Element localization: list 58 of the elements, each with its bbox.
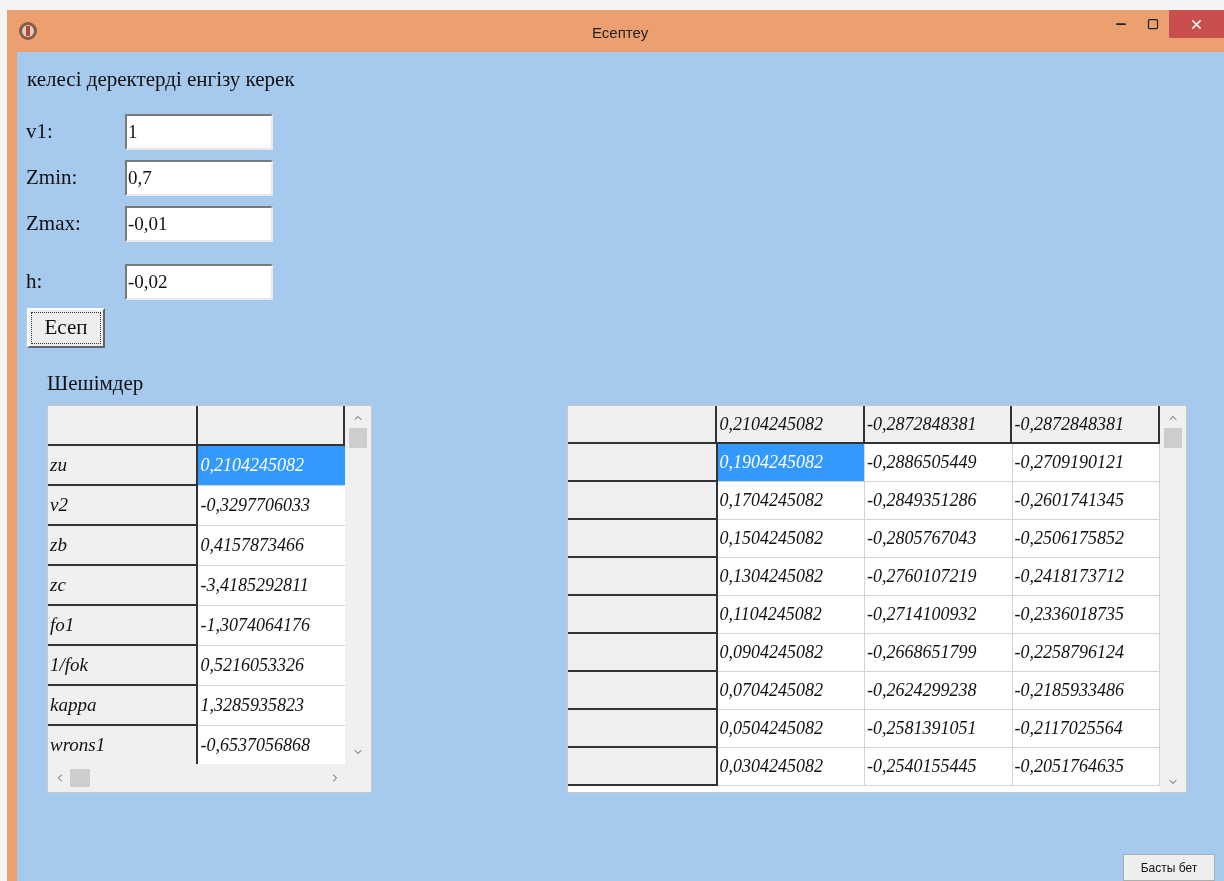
- table-cell[interactable]: 0,0704245082: [717, 672, 865, 710]
- table-cell[interactable]: -0,2117025564: [1012, 710, 1160, 748]
- app-icon: [18, 21, 38, 41]
- input-field[interactable]: -0,01: [125, 205, 273, 242]
- header-cell: -0,2872848381: [865, 406, 1013, 444]
- table-cell[interactable]: 0,1304245082: [717, 558, 865, 596]
- maximize-icon: [1147, 18, 1159, 30]
- table-cell[interactable]: -0,2760107219: [865, 558, 1013, 596]
- table-cell[interactable]: -0,2601741345: [1012, 482, 1160, 520]
- table-cell[interactable]: -0,2668651799: [865, 634, 1013, 672]
- field-label: Zmin:: [26, 163, 79, 191]
- home-button[interactable]: Басты бет: [1123, 854, 1215, 881]
- table-cell[interactable]: -0,2624299238: [865, 672, 1013, 710]
- table-cell[interactable]: 0,1704245082: [717, 482, 865, 520]
- horizontal-scrollbar[interactable]: [48, 764, 371, 792]
- table-cell[interactable]: -0,2849351286: [865, 482, 1013, 520]
- row-header-cell: 1/fok: [48, 646, 198, 686]
- header-cell: 0,2104245082: [717, 406, 865, 444]
- header-cell: -0,2872848381: [1012, 406, 1160, 444]
- table-cell[interactable]: -0,2336018735: [1012, 596, 1160, 634]
- field-label: Zmax:: [26, 209, 82, 237]
- table-cell[interactable]: -0,2581391051: [865, 710, 1013, 748]
- table-cell[interactable]: -0,2886505449: [865, 444, 1013, 482]
- table-cell[interactable]: 0,0504245082: [717, 710, 865, 748]
- table-cell[interactable]: -0,2805767043: [865, 520, 1013, 558]
- row-header-cell: wrons1: [48, 726, 198, 764]
- scroll-thumb[interactable]: [349, 428, 367, 448]
- row-header-cell: zu: [48, 446, 198, 486]
- table-cell[interactable]: -0,2709190121: [1012, 444, 1160, 482]
- table-cell[interactable]: -0,2506175852: [1012, 520, 1160, 558]
- row-header-cell: kappa: [48, 686, 198, 726]
- table-cell[interactable]: -0,2714100932: [865, 596, 1013, 634]
- table-cell[interactable]: -0,2540155445: [865, 748, 1013, 786]
- vertical-scrollbar[interactable]: [1160, 406, 1186, 792]
- scroll-thumb[interactable]: [70, 769, 90, 787]
- table-cell[interactable]: 0,1104245082: [717, 596, 865, 634]
- row-header-cell: zb: [48, 526, 198, 566]
- window-title: Есептеу: [592, 23, 649, 43]
- results-title: Шешімдер: [47, 369, 144, 397]
- input-field[interactable]: 1: [125, 113, 273, 150]
- row-header-cell: fo1: [48, 606, 198, 646]
- compute-button[interactable]: Есеп: [27, 307, 105, 348]
- table-cell[interactable]: -0,2258796124: [1012, 634, 1160, 672]
- table-cell[interactable]: 0,0304245082: [717, 748, 865, 786]
- row-header-cell: v2: [48, 486, 198, 526]
- scroll-thumb[interactable]: [1164, 428, 1182, 448]
- field-label: h:: [26, 267, 44, 295]
- prompt-text: келесі деректерді енгізу керек: [27, 66, 295, 93]
- vertical-scrollbar[interactable]: [345, 406, 371, 764]
- table-cell[interactable]: -0,2185933486: [1012, 672, 1160, 710]
- input-field[interactable]: 0,7: [125, 159, 273, 196]
- field-label: v1:: [26, 117, 54, 145]
- input-field[interactable]: -0,02: [125, 263, 273, 300]
- row-header-cell: zc: [48, 566, 198, 606]
- table-cell[interactable]: -0,2418173712: [1012, 558, 1160, 596]
- table-cell[interactable]: -0,2051764635: [1012, 748, 1160, 786]
- table-cell[interactable]: 0,0904245082: [717, 634, 865, 672]
- table-cell[interactable]: 0,1504245082: [717, 520, 865, 558]
